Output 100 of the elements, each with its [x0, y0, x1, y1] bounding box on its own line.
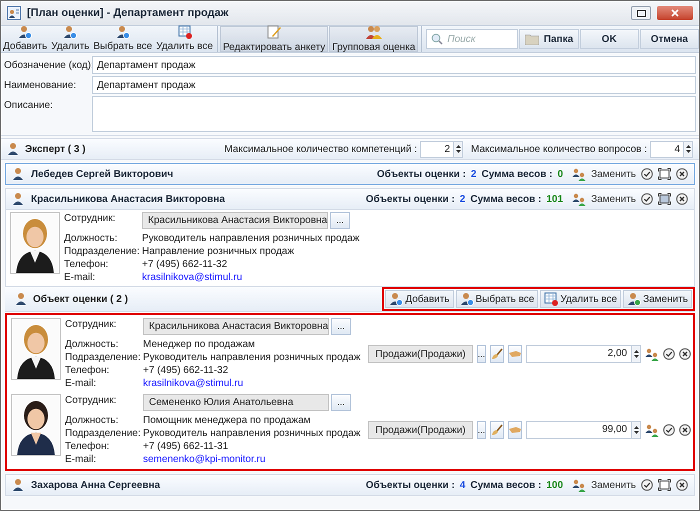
- text-field[interactable]: Департамент продаж: [92, 76, 696, 94]
- objects-count: 2: [460, 192, 466, 206]
- field-label: Должность:: [65, 338, 120, 351]
- browse-button[interactable]: ...: [331, 394, 351, 411]
- expert-header[interactable]: Красильникова Анастасия Викторовна Объекты оценки : 2 Сумма весов : 101 Заменить: [5, 188, 695, 210]
- check-icon[interactable]: [641, 193, 653, 205]
- field-value: Помощник менеджера по продажам: [143, 414, 311, 427]
- person-icon: [15, 292, 29, 306]
- object-toolbar-button[interactable]: Выбрать все: [456, 290, 538, 308]
- field-label: Телефон:: [65, 364, 110, 377]
- check-icon[interactable]: [663, 424, 676, 436]
- objects-label: Объекты оценки :: [376, 168, 466, 182]
- toolbar-button[interactable]: Удалить все: [154, 26, 215, 52]
- brush-icon: [491, 348, 504, 360]
- pencil-note-icon: [266, 24, 282, 40]
- object-toolbar-button[interactable]: Удалить все: [540, 290, 622, 308]
- search-input[interactable]: Поиск: [447, 32, 508, 46]
- table-delete-icon: [544, 292, 558, 306]
- expand-icon[interactable]: [658, 168, 671, 180]
- replace-button[interactable]: Заменить: [591, 192, 636, 206]
- close-button[interactable]: [657, 6, 693, 20]
- toolbar-button[interactable]: Добавить: [1, 26, 50, 52]
- window-title: [План оценки] - Департамент продаж: [27, 6, 228, 21]
- field-value: Направление розничных продаж: [142, 245, 294, 258]
- toolbar-button[interactable]: Удалить: [49, 26, 92, 52]
- objects-label: Объекты оценки :: [366, 478, 455, 492]
- expert-name: Красильникова Анастасия Викторовна: [31, 192, 225, 206]
- dialog-button[interactable]: Папка: [519, 29, 579, 49]
- email-link[interactable]: krasilnikova@stimul.ru: [143, 377, 244, 390]
- replace-button[interactable]: Заменить: [591, 166, 636, 182]
- description-field[interactable]: [92, 96, 696, 132]
- section-title: Объект оценки ( 2 ): [33, 292, 128, 306]
- objects-label: Объекты оценки :: [366, 192, 455, 206]
- field-label: Сотрудник:: [65, 318, 118, 331]
- person-swap-icon[interactable]: [572, 478, 586, 492]
- person-swap-icon: [627, 292, 642, 306]
- expert-header[interactable]: Захарова Анна Сергеевна Объекты оценки : 4 Сумма весов : 100 Заменить: [5, 474, 695, 496]
- close-icon[interactable]: [676, 479, 688, 491]
- number-spinner[interactable]: 4: [650, 140, 693, 158]
- section-title: Эксперт ( 3 ): [25, 142, 86, 156]
- employee-field[interactable]: Красильникова Анастасия Викторовна: [142, 212, 328, 229]
- people-icon: [366, 24, 382, 40]
- toolbar-button[interactable]: Редактировать анкету: [220, 26, 328, 52]
- close-icon[interactable]: [676, 168, 688, 180]
- field-value: +7 (495) 662-11-32: [143, 364, 228, 377]
- field-value: +7 (495) 662-11-31: [143, 440, 228, 453]
- email-link[interactable]: krasilnikova@stimul.ru: [142, 271, 242, 284]
- restore-button[interactable]: [631, 6, 651, 20]
- browse-button[interactable]: ...: [331, 318, 351, 335]
- weight-spinner[interactable]: 99,00: [526, 421, 642, 439]
- dialog-button[interactable]: Отмена: [640, 29, 699, 49]
- replace-button[interactable]: Заменить: [591, 478, 636, 492]
- browse-button[interactable]: ...: [476, 421, 486, 439]
- weight-spinner[interactable]: 2,00: [526, 345, 642, 363]
- dialog-button[interactable]: OK: [580, 29, 639, 49]
- person-swap-icon[interactable]: [645, 347, 660, 361]
- restore-icon: [636, 10, 646, 16]
- close-icon[interactable]: [676, 193, 688, 205]
- competence-button[interactable]: Продажи(Продажи): [368, 345, 473, 363]
- object-toolbar-button[interactable]: Заменить: [623, 290, 692, 308]
- limit-label: Максимальное количество вопросов :: [471, 142, 647, 156]
- competence-button[interactable]: Продажи(Продажи): [368, 421, 473, 439]
- toolbar-button[interactable]: Групповая оценка: [329, 26, 418, 52]
- brush-button[interactable]: [490, 421, 504, 439]
- check-icon[interactable]: [641, 479, 653, 491]
- objects-count: 4: [460, 478, 466, 492]
- employee-field[interactable]: Семененко Юлия Анатольевна: [143, 394, 329, 411]
- email-link[interactable]: semenenko@kpi-monitor.ru: [143, 453, 266, 466]
- search-field[interactable]: Поиск: [426, 29, 518, 49]
- number-spinner[interactable]: 2: [420, 140, 464, 158]
- check-icon[interactable]: [641, 168, 653, 180]
- weights-sum: 101: [546, 192, 564, 206]
- objects-count: 2: [470, 168, 476, 182]
- employee-field[interactable]: Красильникова Анастасия Викторовна: [143, 318, 329, 335]
- expand-icon[interactable]: [658, 479, 671, 491]
- search-icon: [431, 33, 444, 45]
- close-icon[interactable]: [679, 348, 692, 360]
- browse-button[interactable]: ...: [476, 345, 486, 363]
- person-swap-icon[interactable]: [572, 192, 586, 206]
- person-swap-icon[interactable]: [572, 167, 586, 181]
- folder-icon: [524, 33, 539, 45]
- person-icon: [12, 167, 26, 181]
- person-swap-icon[interactable]: [645, 423, 660, 437]
- app-icon: [7, 6, 21, 20]
- brush-button[interactable]: [490, 345, 504, 363]
- toolbar-button[interactable]: Выбрать все: [91, 26, 154, 52]
- brush-icon: [491, 424, 504, 436]
- expand-icon[interactable]: [658, 193, 671, 205]
- form-label: Описание:: [4, 99, 54, 113]
- field-label: Сотрудник:: [64, 212, 116, 225]
- text-field[interactable]: Департамент продаж: [92, 56, 696, 74]
- limit-label: Максимальное количество компетенций :: [224, 142, 418, 156]
- close-icon[interactable]: [679, 424, 692, 436]
- field-label: Телефон:: [64, 258, 110, 271]
- check-icon[interactable]: [663, 348, 676, 360]
- object-toolbar-button[interactable]: Добавить: [385, 290, 454, 308]
- field-label: Подразделение:: [65, 351, 142, 364]
- browse-button[interactable]: ...: [330, 212, 350, 229]
- expert-header[interactable]: Лебедев Сергей Викторович Объекты оценки : 2 Сумма весов : 0 Заменить: [5, 163, 695, 185]
- field-value: Руководитель направления розничных продаж: [143, 427, 360, 440]
